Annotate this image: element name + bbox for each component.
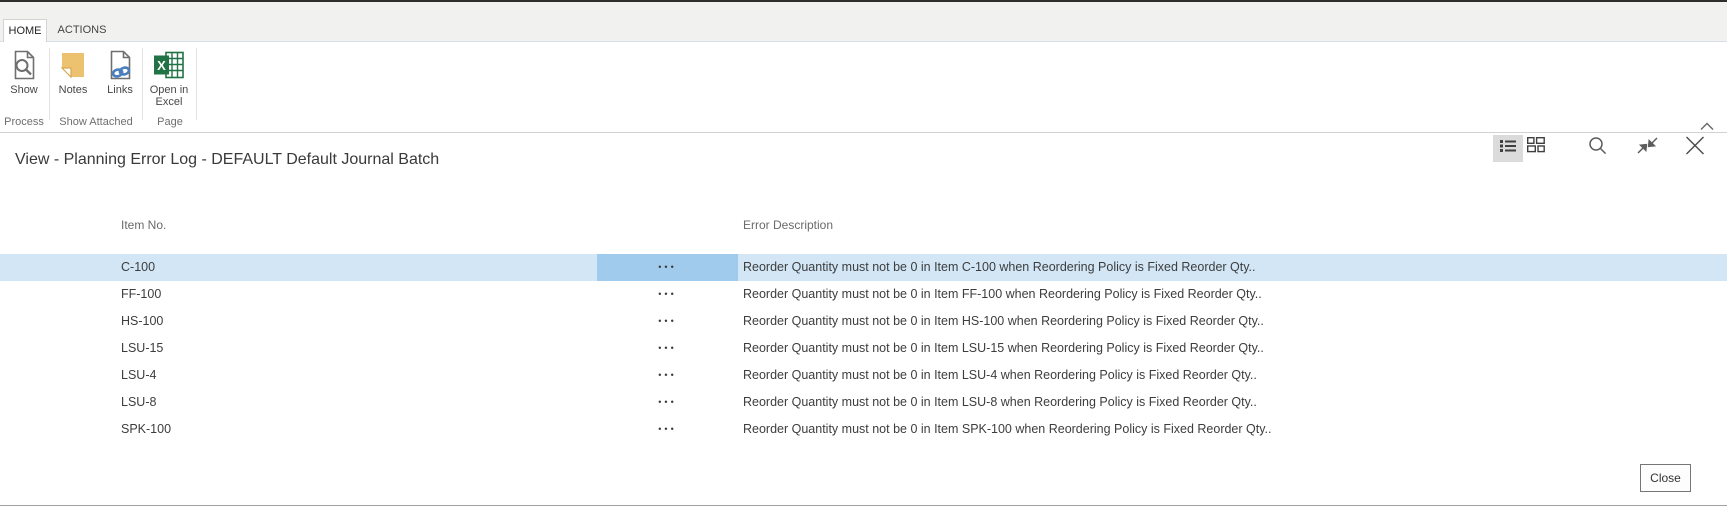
notes-button[interactable]: Notes — [53, 48, 93, 110]
ribbon: Show Notes — [0, 42, 1727, 133]
tiles-view-icon — [1527, 137, 1545, 158]
tiles-view-button[interactable] — [1527, 139, 1545, 156]
list-view-icon — [1500, 139, 1516, 158]
assist-edit-ellipsis-button[interactable]: ••• — [597, 362, 738, 389]
links-button[interactable]: Links — [100, 48, 140, 110]
links-button-label: Links — [94, 84, 146, 96]
assist-edit-ellipsis-button[interactable]: ••• — [597, 416, 738, 443]
svg-text:X: X — [157, 58, 166, 73]
tab-home[interactable]: HOME — [3, 19, 47, 42]
item-no-cell[interactable]: LSU-15 — [121, 335, 163, 362]
assist-edit-ellipsis-button[interactable]: ••• — [597, 335, 738, 362]
tab-actions[interactable]: ACTIONS — [52, 19, 112, 42]
close-window-button[interactable] — [1685, 138, 1705, 157]
table-row[interactable]: SPK-100 ••• Reorder Quantity must not be… — [0, 416, 1727, 443]
assist-edit-ellipsis-button[interactable]: ••• — [597, 281, 738, 308]
planning-error-log-window: HOME ACTIONS Show Notes — [0, 0, 1727, 514]
column-header-item-no[interactable]: Item No. — [121, 218, 166, 233]
collapse-window-icon — [1636, 136, 1659, 160]
error-description-cell[interactable]: Reorder Quantity must not be 0 in Item L… — [743, 389, 1257, 416]
table-row[interactable]: FF-100 ••• Reorder Quantity must not be … — [0, 281, 1727, 308]
ribbon-collapse-button[interactable] — [1700, 118, 1716, 130]
ribbon-group-show-attached: Show Attached — [58, 116, 134, 130]
ribbon-group-process: Process — [0, 116, 48, 130]
ribbon-group-separator — [142, 48, 143, 120]
table-row[interactable]: LSU-8 ••• Reorder Quantity must not be 0… — [0, 389, 1727, 416]
open-in-excel-button[interactable]: X Open in Excel — [143, 48, 195, 110]
open-in-excel-button-label: Open in Excel — [143, 84, 195, 108]
ribbon-tabstrip: HOME ACTIONS — [0, 2, 1727, 42]
show-document-magnifier-icon — [7, 48, 41, 82]
assist-edit-ellipsis-button[interactable]: ••• — [597, 308, 738, 335]
table-row[interactable]: C-100 ••• Reorder Quantity must not be 0… — [0, 254, 1727, 281]
error-description-cell[interactable]: Reorder Quantity must not be 0 in Item C… — [743, 254, 1256, 281]
table-row[interactable]: HS-100 ••• Reorder Quantity must not be … — [0, 308, 1727, 335]
page-title: View - Planning Error Log - DEFAULT Defa… — [15, 148, 439, 172]
chevron-up-icon — [1700, 118, 1714, 135]
close-icon — [1685, 136, 1705, 160]
item-no-cell[interactable]: LSU-4 — [121, 362, 156, 389]
error-log-grid: C-100 ••• Reorder Quantity must not be 0… — [0, 254, 1727, 443]
error-description-cell[interactable]: Reorder Quantity must not be 0 in Item S… — [743, 416, 1271, 443]
error-description-cell[interactable]: Reorder Quantity must not be 0 in Item H… — [743, 308, 1264, 335]
error-description-cell[interactable]: Reorder Quantity must not be 0 in Item F… — [743, 281, 1262, 308]
search-button[interactable] — [1588, 138, 1607, 157]
ribbon-group-page: Page — [146, 116, 194, 130]
item-no-cell[interactable]: HS-100 — [121, 308, 163, 335]
ribbon-group-separator — [49, 48, 50, 120]
sticky-note-icon — [56, 48, 90, 82]
column-header-error-description[interactable]: Error Description — [743, 218, 833, 233]
assist-edit-ellipsis-button[interactable]: ••• — [597, 254, 738, 281]
ribbon-group-separator — [196, 48, 197, 120]
notes-button-label: Notes — [47, 84, 99, 96]
search-icon — [1588, 136, 1607, 160]
item-no-cell[interactable]: C-100 — [121, 254, 155, 281]
item-no-cell[interactable]: LSU-8 — [121, 389, 156, 416]
list-view-button[interactable] — [1493, 135, 1523, 162]
error-description-cell[interactable]: Reorder Quantity must not be 0 in Item L… — [743, 335, 1264, 362]
show-button[interactable]: Show — [4, 48, 44, 110]
error-description-cell[interactable]: Reorder Quantity must not be 0 in Item L… — [743, 362, 1257, 389]
table-row[interactable]: LSU-4 ••• Reorder Quantity must not be 0… — [0, 362, 1727, 389]
excel-icon: X — [152, 48, 186, 82]
show-button-label: Show — [0, 84, 50, 96]
item-no-cell[interactable]: SPK-100 — [121, 416, 171, 443]
table-row[interactable]: LSU-15 ••• Reorder Quantity must not be … — [0, 335, 1727, 362]
close-button[interactable]: Close — [1640, 464, 1691, 492]
page-header: View - Planning Error Log - DEFAULT Defa… — [0, 134, 1727, 194]
collapse-window-button[interactable] — [1636, 138, 1659, 157]
item-no-cell[interactable]: FF-100 — [121, 281, 161, 308]
document-link-icon — [103, 48, 137, 82]
assist-edit-ellipsis-button[interactable]: ••• — [597, 389, 738, 416]
window-bottom-border — [0, 505, 1727, 506]
